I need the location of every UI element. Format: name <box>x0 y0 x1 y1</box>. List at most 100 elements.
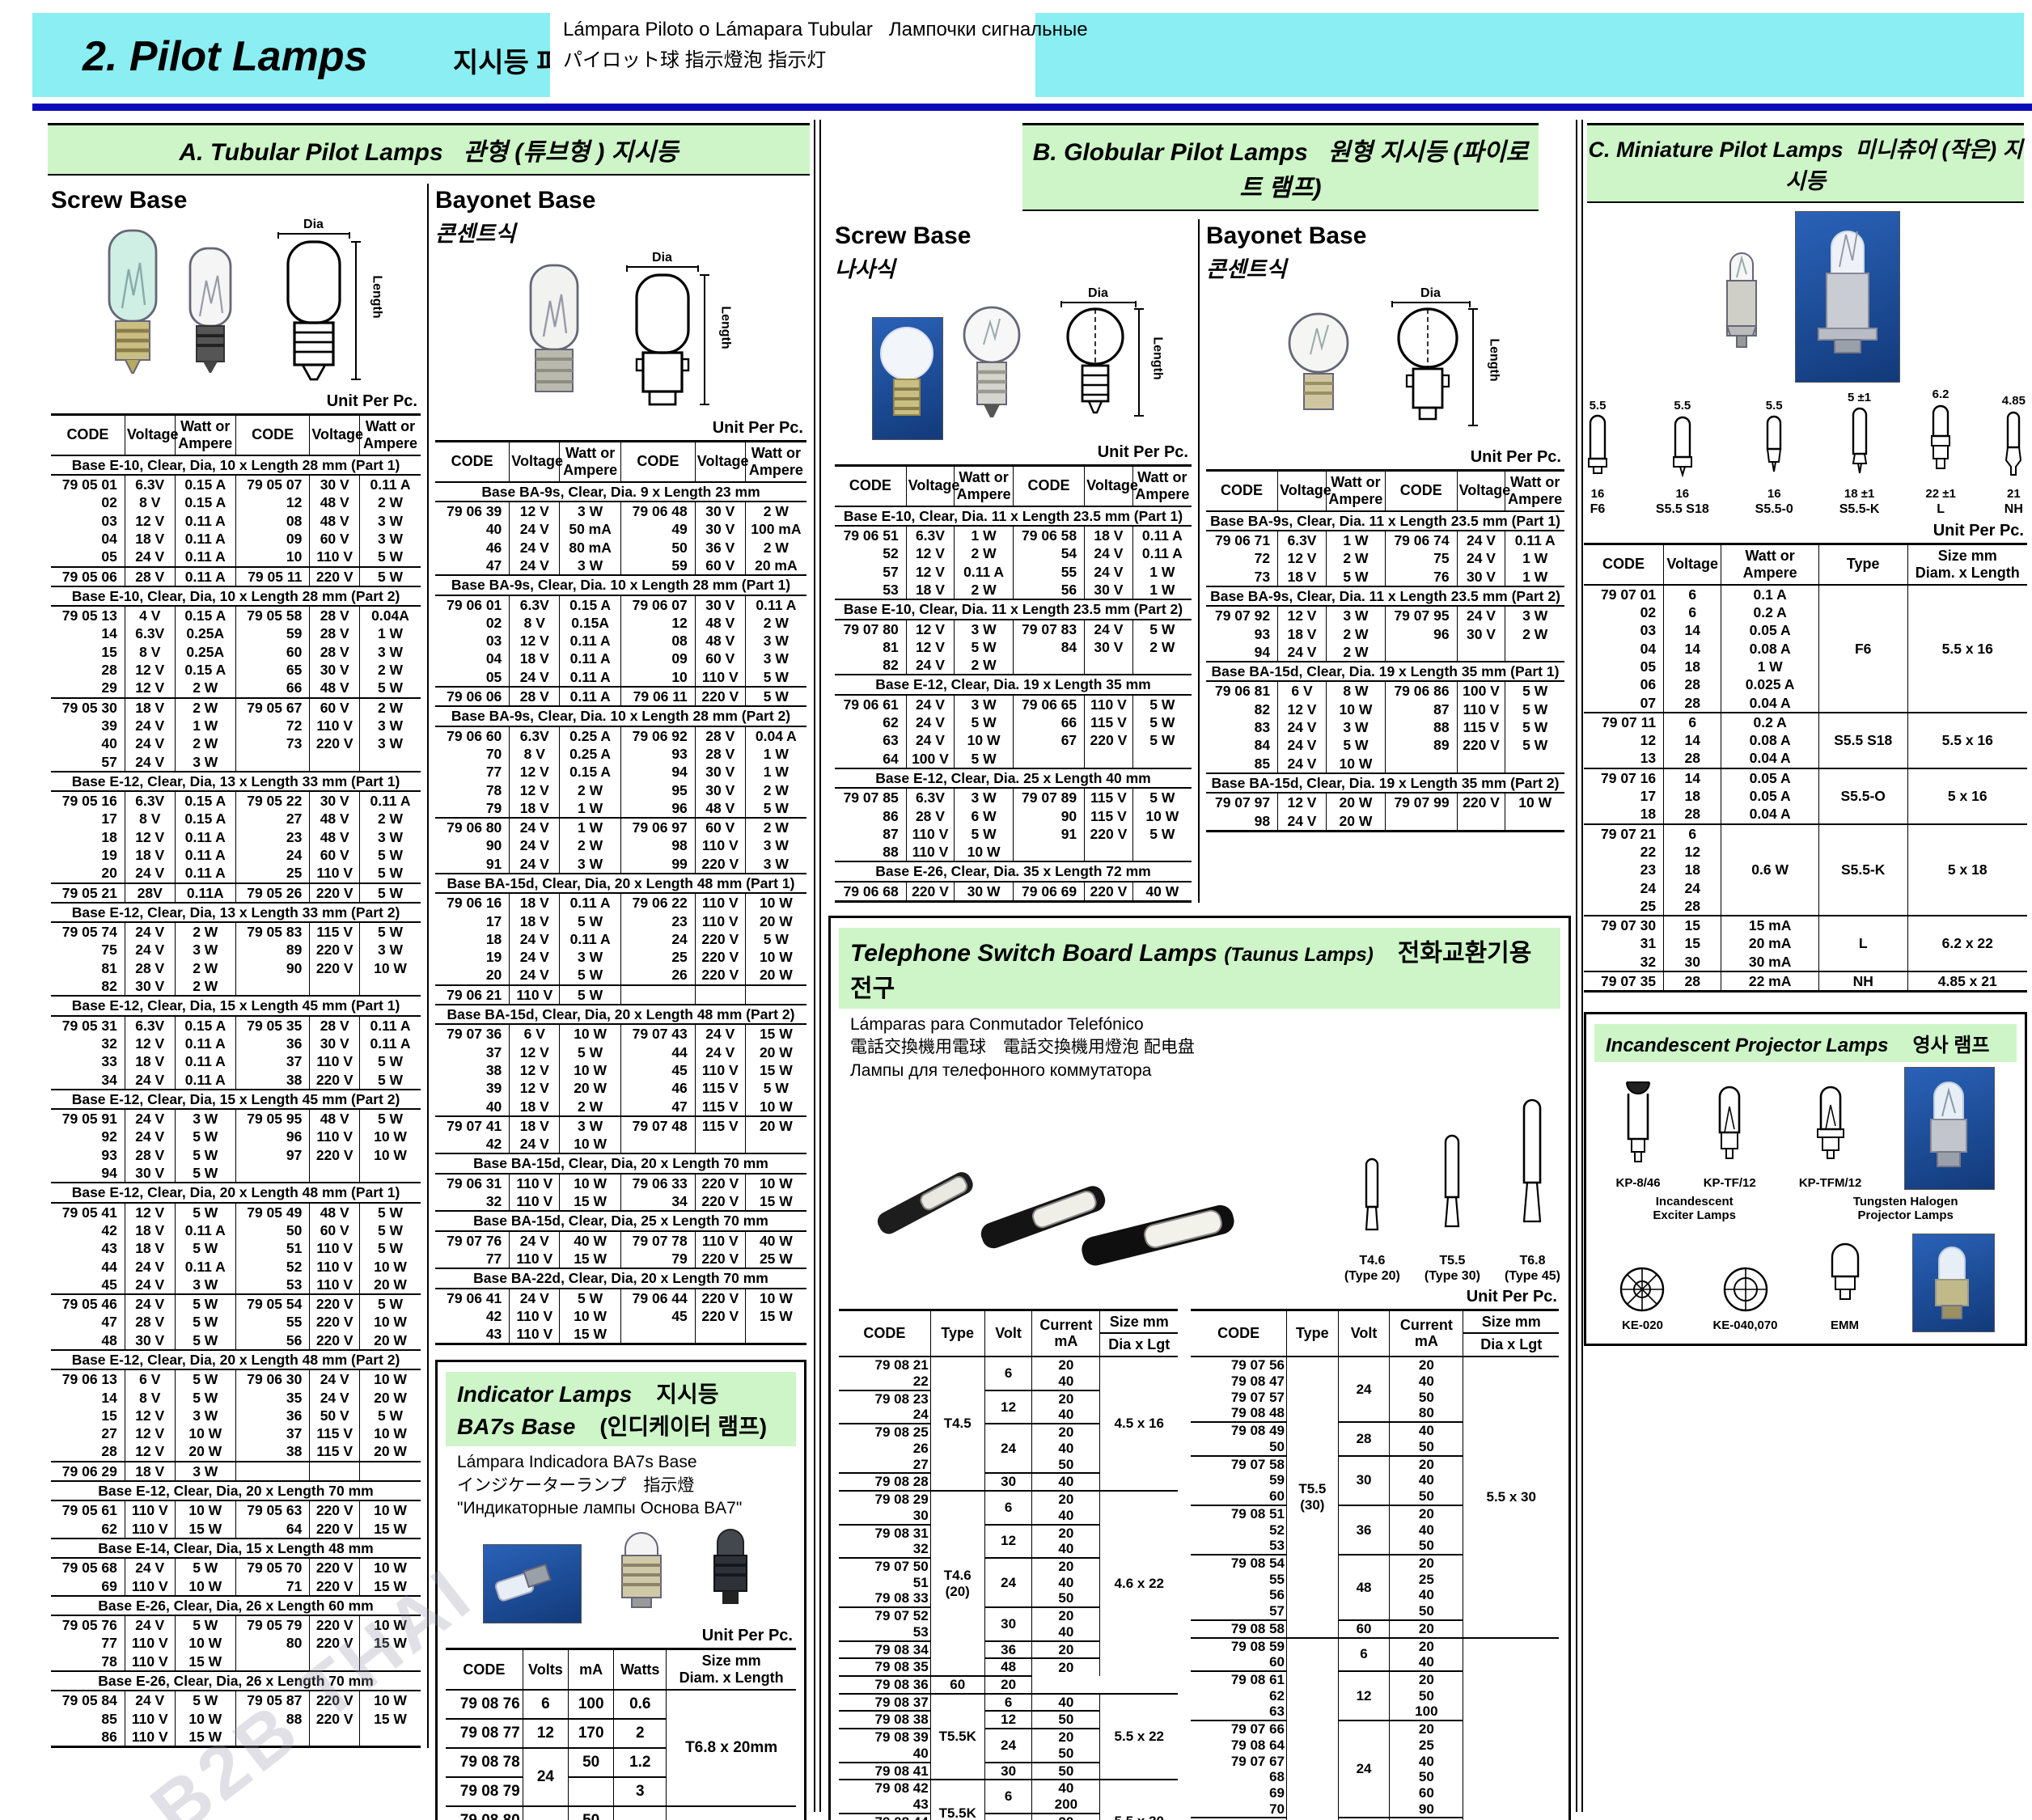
cell: 79 08 61 <box>1191 1671 1286 1688</box>
projector-caption-2: Tungsten Halogen Projector Lamps <box>1853 1195 1958 1222</box>
cell: 77 <box>435 1250 510 1268</box>
telephone-right: CODETypeVoltCurrent mASize mmDia x Lgt79… <box>1191 1309 1559 1820</box>
cell: 24 V <box>510 1289 560 1307</box>
column-header: Watt or Ampere <box>955 466 1014 506</box>
cell: 5.5 x 16 <box>1907 713 2027 768</box>
type-t55: T5.5(Type 30) <box>1425 1128 1480 1285</box>
dia-label: Dia <box>602 251 723 265</box>
cell: 79 05 79 <box>235 1615 309 1634</box>
cell: 79 07 57 <box>1191 1390 1286 1406</box>
cell <box>1457 755 1505 773</box>
cell: 10 W <box>745 893 806 912</box>
cell: 0.2 A <box>1721 603 1819 621</box>
cell: 3 W <box>745 632 806 650</box>
cell: 5 x 16 <box>1907 768 2027 824</box>
cell: 73 <box>1206 568 1278 586</box>
cell: 52 <box>1191 1522 1286 1539</box>
projector-emm: EMM <box>1822 1241 1868 1332</box>
column-header: CODE <box>446 1649 523 1690</box>
cell: 79 08 59 <box>1191 1638 1286 1655</box>
cell: 28 V <box>310 643 360 661</box>
cell: 24 V <box>1085 620 1133 638</box>
cell: 5 W <box>175 1128 235 1145</box>
cell: 28 V <box>125 959 175 977</box>
cell: 79 06 07 <box>620 595 695 614</box>
cell: 39 <box>435 1079 510 1097</box>
indicator-lamps-box: Indicator Lamps지시등BA7s Base(인디케이터 램프) Lá… <box>435 1360 806 1820</box>
table-row: 5724 V3 W <box>51 753 421 772</box>
cell: 30 V <box>695 520 745 538</box>
cell: 79 08 25 <box>839 1424 930 1441</box>
cell: 59 <box>235 624 309 642</box>
projector-photo-2 <box>1912 1234 1995 1332</box>
indicator-photos <box>446 1526 796 1623</box>
cell: 15 <box>1664 916 1721 934</box>
cell: 5 W <box>175 1146 235 1164</box>
type-t46: T4.6(Type 20) <box>1344 1152 1400 1285</box>
cell: 24 V <box>695 1043 745 1061</box>
cell: 45 <box>620 1061 695 1079</box>
cell: 6 <box>1338 1638 1390 1671</box>
cell: 10 W <box>955 843 1014 861</box>
cell: 65 <box>235 661 309 679</box>
column-header: Size mm Diam. x Length <box>1907 544 2027 585</box>
cell: 50 <box>569 1806 614 1820</box>
column-divider <box>1576 120 1583 1812</box>
cell: 92 <box>51 1128 125 1145</box>
cell: 46 <box>435 539 510 557</box>
cell: 95 <box>620 781 695 799</box>
section-c-miniature: C. Miniature Pilot Lamps 미니츄어 (작은) 지시등 5… <box>1584 123 2027 1346</box>
cell: 79 08 28 <box>839 1473 930 1491</box>
cell: 6.3V <box>510 595 560 614</box>
column-header: Watts <box>614 1649 667 1690</box>
table-row: 708 V0.25 A9328 V1 W <box>435 745 806 763</box>
cell: 5 W <box>560 985 621 1005</box>
cell: 28 V <box>125 567 175 586</box>
table-row: 79 08 366020 <box>839 1676 1178 1694</box>
cell: 60 V <box>695 557 745 575</box>
cell: 20 mA <box>1721 934 1819 952</box>
cell: 79 07 41 <box>435 1116 510 1135</box>
cell: 08 <box>235 512 309 530</box>
cell: 28 <box>1664 971 1721 992</box>
column-header: CODE <box>620 442 695 482</box>
cell <box>235 1462 309 1481</box>
cell: 55 <box>1191 1572 1286 1588</box>
cell: 0.11 A <box>560 650 621 667</box>
cell: 3 W <box>745 836 806 854</box>
cell: 20 <box>1390 1456 1463 1473</box>
cell: 0.11 A <box>175 1071 235 1090</box>
cell: 5 W <box>745 687 806 706</box>
cell: 110 V <box>906 825 955 843</box>
projector-lamps-box: Incandescent Projector Lamps영사 램프 KP-8/4… <box>1584 1012 2027 1346</box>
cell: 6 V <box>125 1369 175 1388</box>
cell: 22 <box>1584 843 1664 861</box>
cell: 79 08 48 <box>1191 1405 1286 1422</box>
table-row: 8128 V2 W90220 V10 W <box>51 959 421 977</box>
cell: T5.5K <box>930 1694 984 1780</box>
cell: 40 <box>51 734 125 752</box>
cell: 26 <box>839 1441 930 1457</box>
projector-bulbs-row: KP-8/46 KP-TF/12 KP-TFM/12 <box>1594 1067 2017 1190</box>
column-header: Watt or Ampere <box>175 415 235 455</box>
indicator-photo-1 <box>483 1544 582 1623</box>
cell: 79 07 85 <box>835 788 906 806</box>
a-screw-subcolumn: Screw Base Dia Length Unit Per Pc. CODEV… <box>44 184 429 1748</box>
table-row: 79 07 16140.05 AS5.5-O5 x 16 <box>1584 768 2027 787</box>
table-row: 79 05 4112 V5 W79 05 4948 V5 W <box>51 1203 421 1221</box>
cell: 0.25A <box>175 624 235 642</box>
cell: 2 W <box>1132 638 1192 656</box>
cell: 79 07 76 <box>435 1231 510 1250</box>
telephone-left: CODETypeVoltCurrent mASize mmDia x Lgt79… <box>839 1309 1178 1820</box>
cell: 10 W <box>1505 793 1564 811</box>
bayonet-base-heading: Bayonet Base <box>1206 222 1564 250</box>
table-row: 64100 V5 W <box>835 750 1192 768</box>
cell: 24 V <box>125 717 175 734</box>
cell: 03 <box>1584 621 1664 639</box>
cell <box>1505 643 1564 662</box>
cell: 10 W <box>360 1500 421 1519</box>
cell: 5 W <box>1505 718 1564 736</box>
cell: 30 <box>984 1473 1032 1491</box>
cell: 48 V <box>310 679 360 697</box>
table-row: 0524 V0.11 A10110 V5 W <box>51 548 421 566</box>
